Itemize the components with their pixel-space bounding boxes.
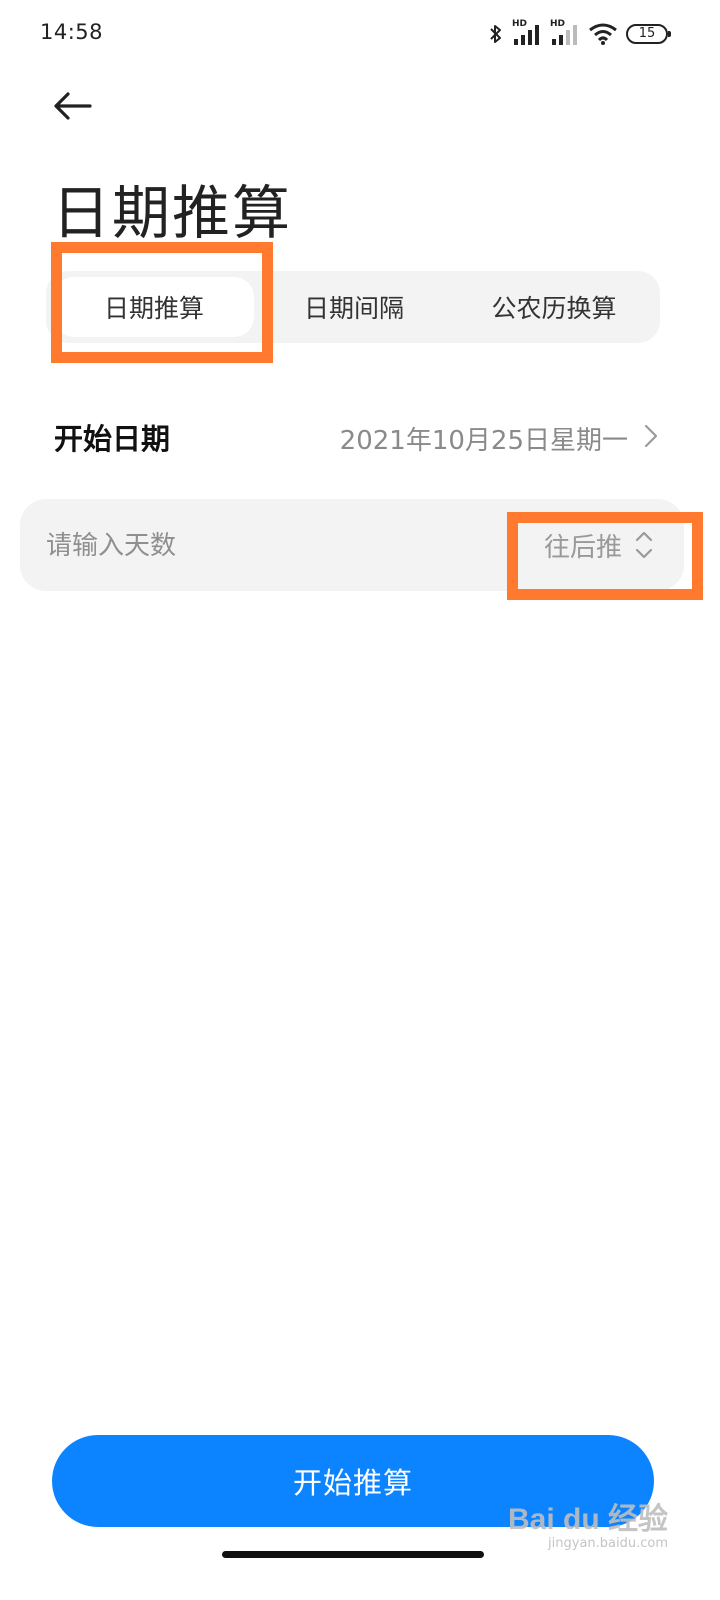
days-input[interactable]	[44, 499, 468, 593]
highlight-box-direction	[507, 512, 703, 600]
cell-signal-1: HD	[512, 19, 542, 47]
highlight-box-tab	[51, 242, 273, 363]
back-button[interactable]	[46, 82, 98, 130]
status-time: 14:58	[40, 20, 104, 44]
signal-icon	[514, 25, 539, 45]
arrow-left-icon	[54, 92, 92, 120]
battery-icon: 15	[626, 24, 671, 44]
wifi-icon	[589, 23, 617, 45]
page-title: 日期推算	[52, 179, 293, 247]
home-indicator[interactable]	[222, 1551, 484, 1558]
cell-signal-2: HD	[550, 19, 580, 47]
start-date-value[interactable]: 2021年10月25日星期一	[340, 420, 628, 457]
baidu-watermark: Bai du 经验 jingyan.baidu.com	[507, 1503, 668, 1551]
tab-date-interval[interactable]: 日期间隔	[254, 277, 454, 337]
status-icons: HD HD 15	[488, 18, 671, 50]
signal-icon	[552, 25, 577, 45]
chevron-right-icon[interactable]	[642, 422, 660, 450]
tab-calendar-convert[interactable]: 公农历换算	[454, 277, 654, 337]
start-date-label: 开始日期	[54, 422, 171, 456]
bluetooth-icon	[490, 25, 501, 43]
